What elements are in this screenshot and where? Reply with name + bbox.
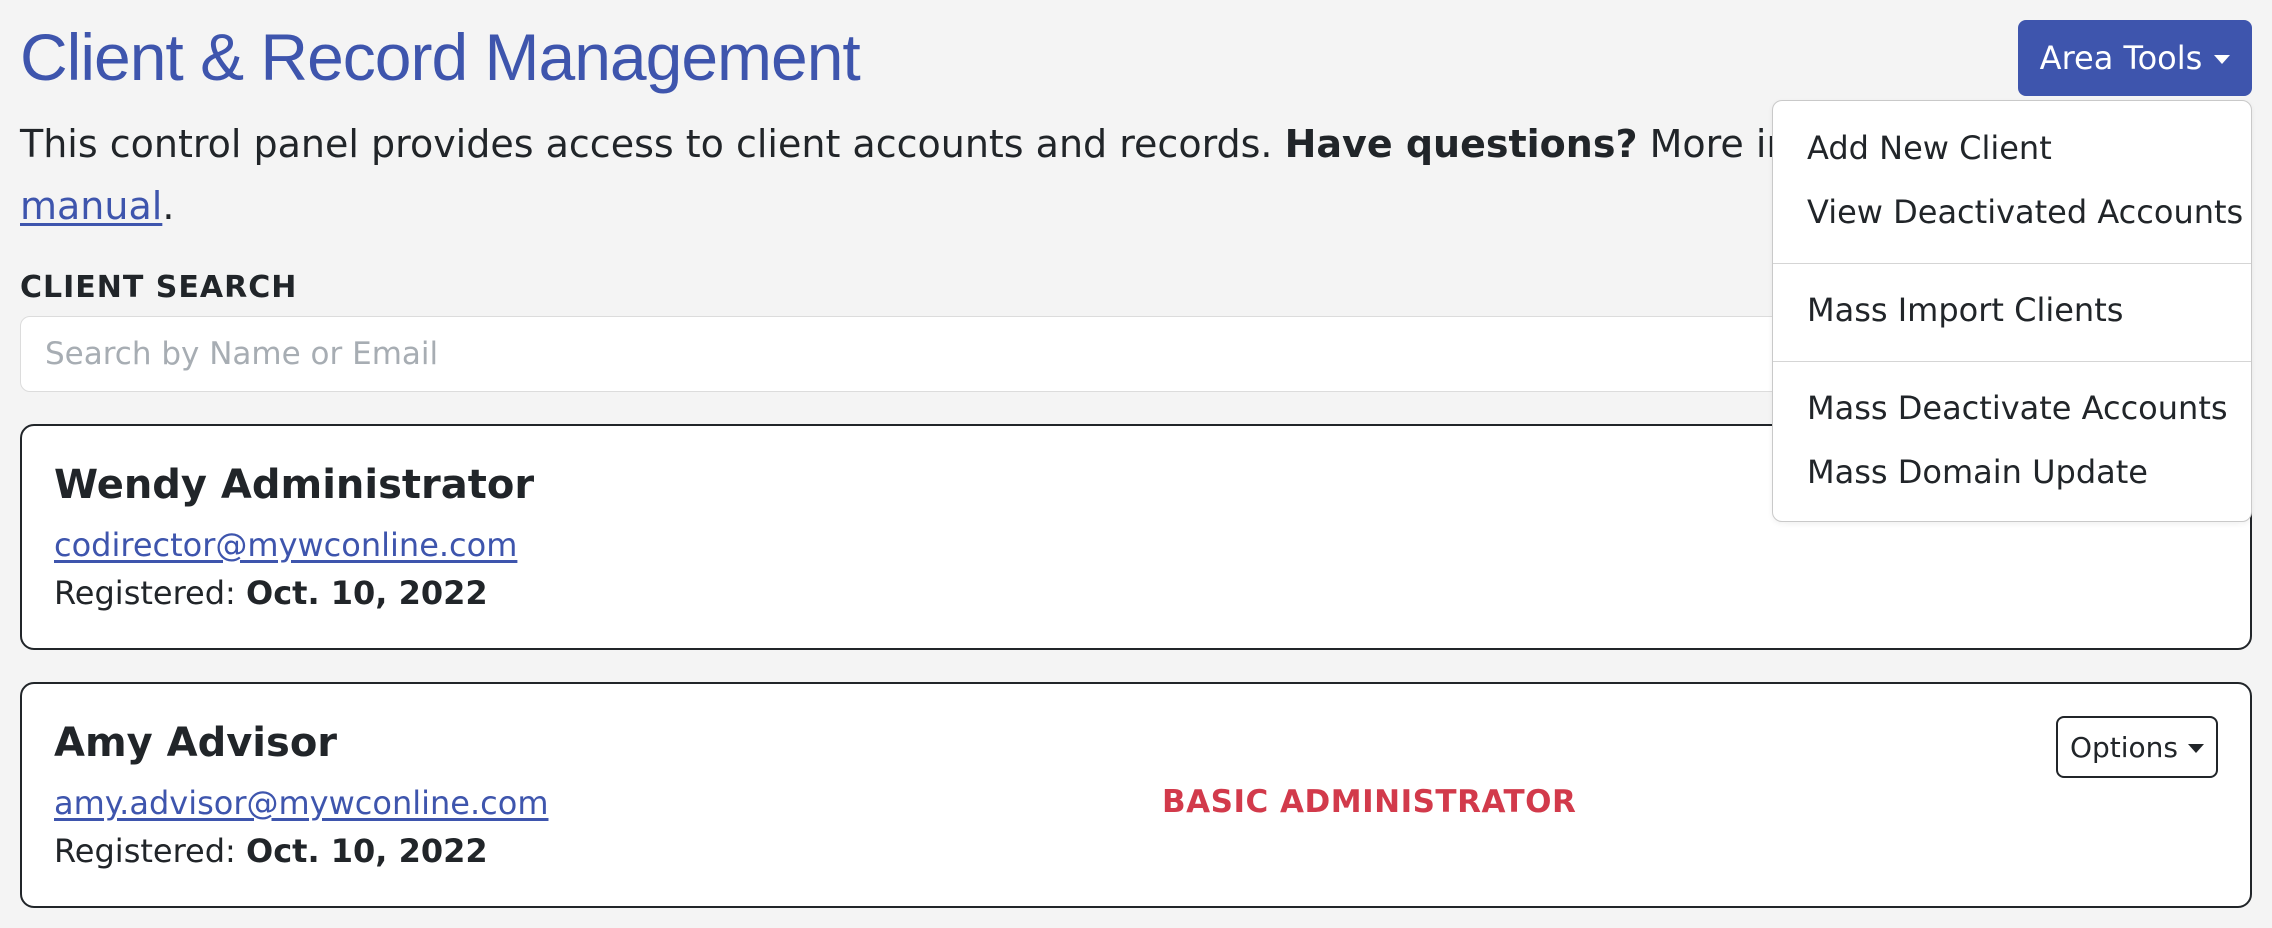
area-tools-label: Area Tools bbox=[2039, 39, 2203, 77]
client-email-link[interactable]: codirector@mywconline.com bbox=[54, 526, 517, 564]
caret-down-icon bbox=[2188, 743, 2205, 753]
client-email-link[interactable]: amy.advisor@mywconline.com bbox=[54, 784, 548, 822]
intro-bold-text: Have questions? bbox=[1284, 122, 1638, 166]
registered-label: Registered: bbox=[54, 574, 246, 612]
menu-divider bbox=[1773, 263, 2251, 264]
intro-text: This control panel provides access to cl… bbox=[20, 114, 1827, 174]
menu-item-view-deactivated-accounts[interactable]: View Deactivated Accounts bbox=[1807, 193, 2243, 231]
menu-item-mass-domain-update[interactable]: Mass Domain Update bbox=[1807, 453, 2148, 491]
client-search-label: CLIENT SEARCH bbox=[20, 270, 298, 305]
menu-item-mass-deactivate-accounts[interactable]: Mass Deactivate Accounts bbox=[1807, 389, 2228, 427]
area-tools-dropdown-menu: Add New Client View Deactivated Accounts… bbox=[1772, 100, 2252, 522]
intro-text-line2: manual. bbox=[20, 176, 174, 236]
caret-down-icon bbox=[2214, 54, 2231, 64]
area-tools-button[interactable]: Area Tools bbox=[2018, 20, 2252, 96]
manual-link[interactable]: manual bbox=[20, 184, 162, 228]
client-name: Wendy Administrator bbox=[54, 462, 535, 508]
role-badge: BASIC ADMINISTRATOR bbox=[1162, 784, 1577, 820]
registered-date: Oct. 10, 2022 bbox=[246, 832, 488, 870]
registered-info: Registered: Oct. 10, 2022 bbox=[54, 832, 488, 870]
registered-info: Registered: Oct. 10, 2022 bbox=[54, 574, 488, 612]
client-name: Amy Advisor bbox=[54, 720, 338, 766]
page: Client & Record Management Area Tools Th… bbox=[0, 0, 2272, 928]
menu-divider bbox=[1773, 361, 2251, 362]
menu-item-mass-import-clients[interactable]: Mass Import Clients bbox=[1807, 291, 2123, 329]
intro-text-before: This control panel provides access to cl… bbox=[20, 122, 1285, 166]
intro-period: . bbox=[162, 184, 175, 228]
menu-item-add-new-client[interactable]: Add New Client bbox=[1807, 129, 2052, 167]
client-card: Amy Advisor amy.advisor@mywconline.com R… bbox=[20, 682, 2252, 908]
page-title: Client & Record Management bbox=[20, 20, 861, 94]
registered-date: Oct. 10, 2022 bbox=[246, 574, 488, 612]
options-label: Options bbox=[2069, 730, 2179, 764]
registered-label: Registered: bbox=[54, 832, 246, 870]
options-button[interactable]: Options bbox=[2056, 716, 2218, 778]
